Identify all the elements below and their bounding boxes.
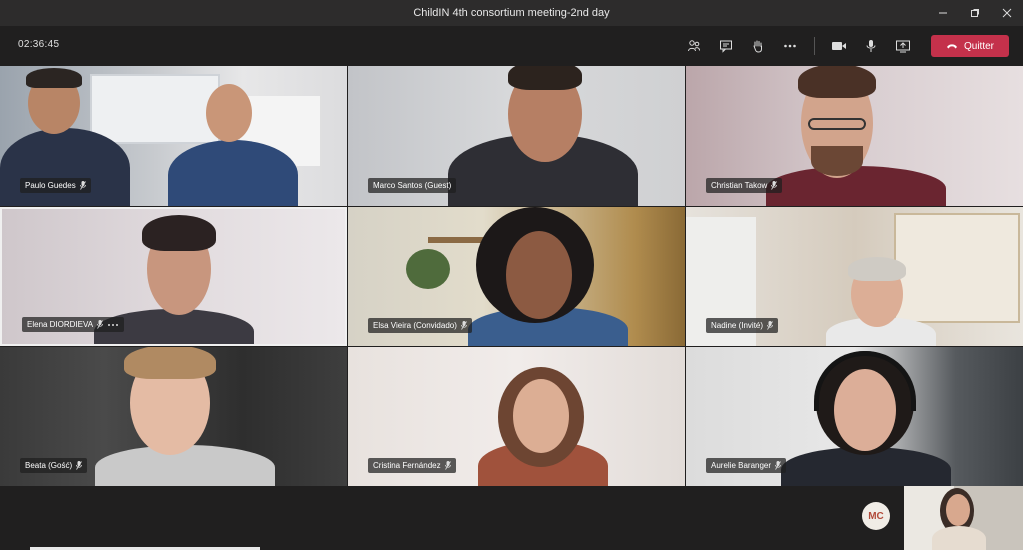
meeting-toolbar: 02:36:45 Quitter [0,26,1023,66]
participant-name-tag: Elsa Vieira (Convidado) [368,318,472,333]
participant-name-tag: Marco Santos (Guest) [368,178,457,193]
person-hair [798,66,876,98]
plant-background [406,249,450,289]
bulletin-board-background [894,213,1020,323]
video-tile[interactable]: Aurelie Baranger [686,347,1023,486]
participant-name-tag: Elena DIORDIEVA [22,317,125,332]
raise-hand-icon[interactable] [742,34,774,58]
participant-name-tag: Christian Takow [706,178,783,193]
meeting-controls: Quitter [678,34,1009,58]
window-controls [927,0,1023,26]
leave-button[interactable]: Quitter [931,35,1009,57]
person-head [946,494,970,526]
mic-icon [767,321,773,330]
video-tile[interactable]: Christian Takow [686,66,1023,206]
person-hair [26,68,82,88]
participant-name-tag: Nadine (Invité) [706,318,779,333]
person-hair [142,215,216,251]
participant-name-tag: Paulo Guedes [20,178,91,193]
person-body [932,526,986,550]
person-head [206,84,252,142]
video-grid: Paulo Guedes Marco Santos (Guest) Christ… [0,66,1023,486]
window-background [90,74,220,144]
leave-label: Quitter [963,40,994,52]
person-hair [124,347,216,379]
person-head [506,231,572,319]
glasses-icon [808,118,866,130]
video-tile[interactable]: Beata (Gość) [0,347,347,486]
participant-name-tag: Cristina Fernández [368,458,456,473]
avatar[interactable]: MC [862,502,890,530]
mic-icon [79,181,86,190]
camera-icon[interactable] [823,34,855,58]
mic-icon [461,321,467,330]
person-head [513,379,569,453]
video-tile[interactable]: Cristina Fernández [348,347,685,486]
person-body [168,140,298,206]
person-hair [508,66,582,90]
person-beard [811,146,863,176]
window-title: ChildIN 4th consortium meeting-2nd day [413,7,610,19]
headset-icon [814,351,916,411]
chat-icon[interactable] [710,34,742,58]
mic-icon [771,181,778,190]
share-icon[interactable] [887,34,919,58]
participants-icon[interactable] [678,34,710,58]
person-body [766,166,946,206]
mic-icon [97,320,104,329]
mic-icon[interactable] [855,34,887,58]
video-tile[interactable]: Paulo Guedes [0,66,347,206]
video-tile[interactable]: Elena DIORDIEVA [0,207,347,346]
mic-icon [775,461,781,470]
title-bar: ChildIN 4th consortium meeting-2nd day [0,0,1023,26]
participant-name-tag: Aurelie Baranger [706,458,787,473]
video-tile[interactable]: Nadine (Invité) [686,207,1023,346]
minimize-icon[interactable] [927,0,959,26]
maximize-icon[interactable] [959,0,991,26]
call-timer: 02:36:45 [18,39,60,50]
video-tile[interactable]: Marco Santos (Guest) [348,66,685,206]
hang-up-icon [946,44,957,49]
person-body [0,128,130,206]
more-icon[interactable] [107,323,119,327]
participant-name-tag: Beata (Gość) [20,458,88,473]
toolbar-divider [814,37,815,55]
self-view-video[interactable] [904,486,1023,550]
close-icon[interactable] [991,0,1023,26]
video-tile[interactable]: Elsa Vieira (Convidado) [348,207,685,346]
more-icon[interactable] [774,34,806,58]
person-hair [848,257,906,281]
mic-icon [76,461,83,470]
mic-icon [444,461,451,470]
